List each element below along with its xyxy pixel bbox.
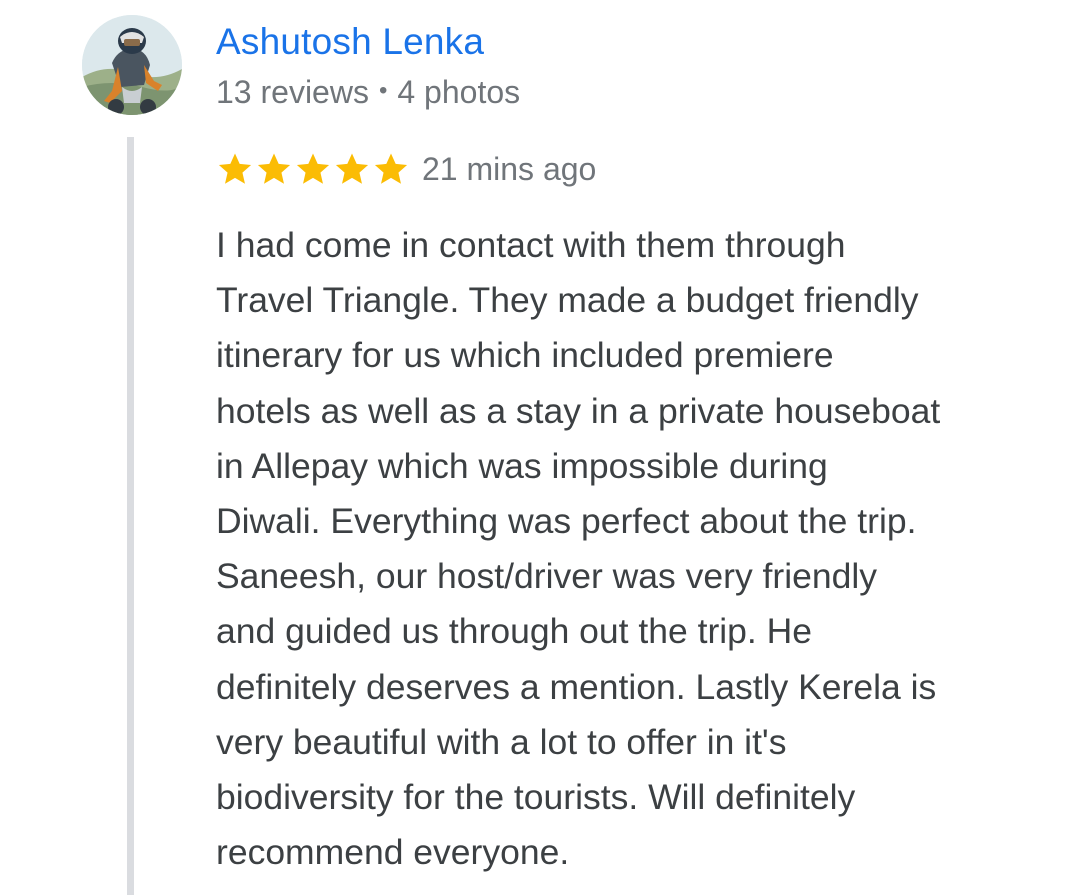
meta-separator: • xyxy=(378,77,388,104)
author-avatar[interactable] xyxy=(82,15,182,115)
star-icon xyxy=(333,150,371,188)
star-icon xyxy=(255,150,293,188)
motocross-rider-image xyxy=(82,15,182,115)
review-time: 21 mins ago xyxy=(422,151,597,187)
star-icon xyxy=(294,150,332,188)
review-text: I had come in contact with them through … xyxy=(216,225,941,873)
star-icon xyxy=(372,150,410,188)
star-rating xyxy=(216,150,411,188)
author-photos-count: 4 photos xyxy=(397,74,521,110)
thread-line xyxy=(127,137,134,895)
star-icon xyxy=(216,150,254,188)
author-name-link[interactable]: Ashutosh Lenka xyxy=(216,20,484,64)
author-stats: 13 reviews • 4 photos xyxy=(216,72,520,111)
author-reviews-count: 13 reviews xyxy=(216,74,369,110)
rating-row: 21 mins ago xyxy=(216,149,596,189)
